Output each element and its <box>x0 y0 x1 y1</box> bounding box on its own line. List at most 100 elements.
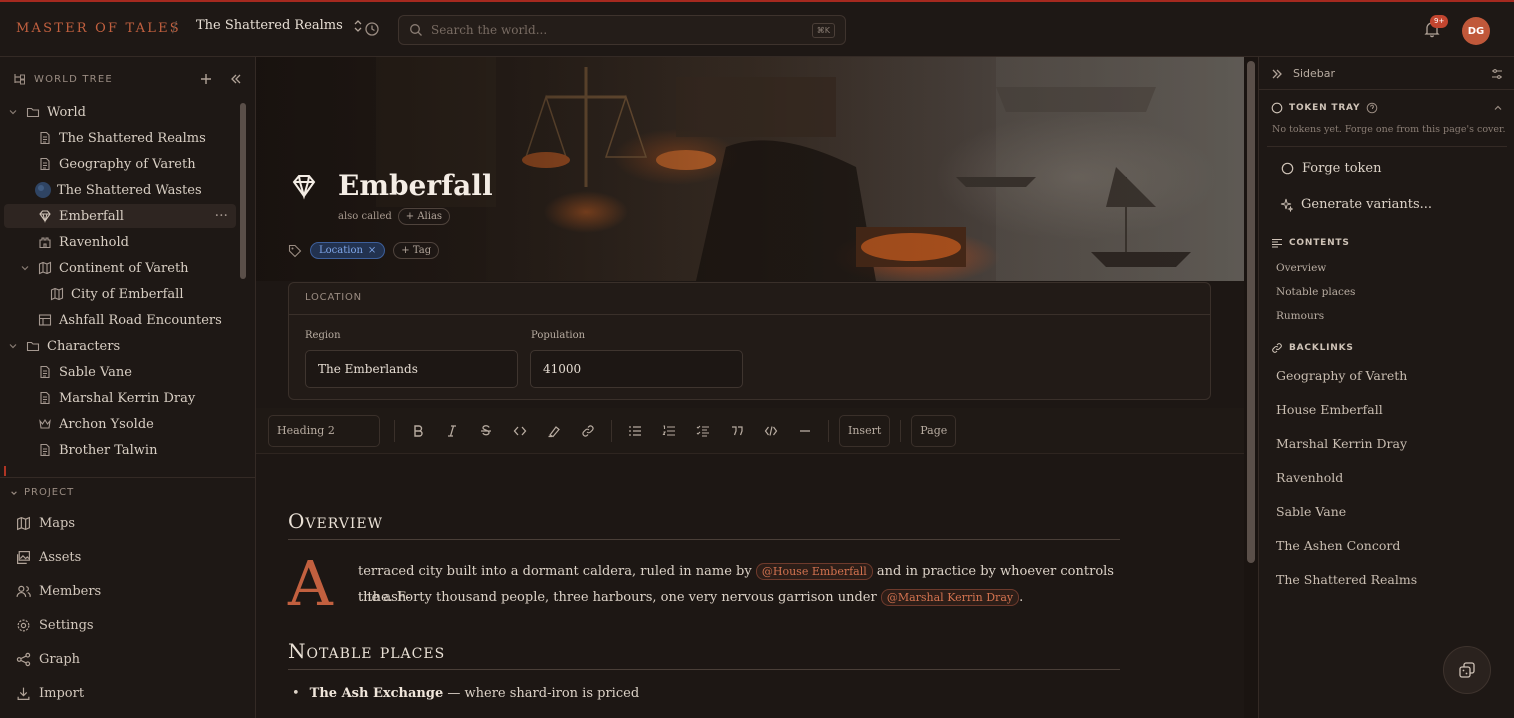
notification-badge: 9+ <box>1430 15 1449 28</box>
page-title[interactable]: Emberfall <box>338 169 493 202</box>
tree-node-emberfall[interactable]: Emberfall ··· <box>4 204 236 228</box>
insert-button[interactable]: Insert <box>839 414 891 447</box>
project-switcher[interactable]: The Shattered Realms <box>196 18 363 33</box>
project-header[interactable]: PROJECT <box>10 487 74 498</box>
page-button[interactable]: Page <box>911 414 957 447</box>
bullet: • <box>292 686 300 701</box>
help-icon[interactable] <box>1366 102 1378 114</box>
tree-node-archon-ysolde[interactable]: Archon Ysolde <box>38 412 236 436</box>
cover-image[interactable]: Emberfall also called + Alias Location ×… <box>256 57 1244 281</box>
checklist-icon[interactable] <box>686 415 720 447</box>
more-options-icon[interactable]: ··· <box>215 208 228 224</box>
document-icon <box>38 365 52 379</box>
add-node-button[interactable] <box>198 71 214 87</box>
token-tray-title: TOKEN TRAY <box>1289 103 1361 113</box>
search-input[interactable] <box>431 23 804 37</box>
population-field[interactable]: 41000 <box>530 350 743 388</box>
collapse-sidebar-button[interactable] <box>228 71 244 87</box>
nav-members[interactable]: Members <box>16 584 101 599</box>
add-alias-button[interactable]: + Alias <box>397 208 451 225</box>
link-icon[interactable] <box>571 415 605 447</box>
backlink-item[interactable]: Sable Vane <box>1276 504 1346 519</box>
gem-icon <box>38 209 52 223</box>
dice-button[interactable] <box>1443 646 1491 694</box>
tree-node-shattered-realms[interactable]: The Shattered Realms <box>38 126 236 150</box>
generate-variants-button[interactable]: Generate variants... <box>1279 197 1432 212</box>
toc-rumours[interactable]: Rumours <box>1276 310 1324 322</box>
nav-import[interactable]: Import <box>16 686 84 701</box>
tree-node-sable-vane[interactable]: Sable Vane <box>38 360 236 384</box>
quote-icon[interactable] <box>720 415 754 447</box>
bullet-list-icon[interactable] <box>618 415 652 447</box>
tree-node-geography-of-vareth[interactable]: Geography of Vareth <box>38 152 236 176</box>
tree-node-label: The Shattered Realms <box>59 130 206 146</box>
chevron-down-icon[interactable] <box>8 107 20 117</box>
chevron-down-icon[interactable] <box>20 263 32 273</box>
paragraph-text: terraced city built into a dormant calde… <box>358 564 752 579</box>
mention-marshal-kerrin-dray[interactable]: @Marshal Kerrin Dray <box>880 589 1020 606</box>
italic-icon[interactable] <box>435 415 469 447</box>
tree-node-characters[interactable]: Characters <box>8 334 236 358</box>
project-section: PROJECT Maps Assets Members Settings Gra… <box>0 477 255 718</box>
brand-logo[interactable]: MASTER OF TALES <box>16 21 181 36</box>
tree-scrollbar[interactable] <box>240 103 246 279</box>
tree-node-world[interactable]: World <box>8 100 236 124</box>
tree-node-city-of-emberfall[interactable]: City of Emberfall <box>50 282 236 306</box>
tag-location[interactable]: Location × <box>310 242 386 259</box>
sliders-icon[interactable] <box>1491 68 1503 80</box>
region-field[interactable]: The Emberlands <box>305 350 518 388</box>
forge-token-button[interactable]: Forge token <box>1281 161 1382 176</box>
tree-node-ravenhold[interactable]: Ravenhold <box>38 230 236 254</box>
heading-select[interactable]: Heading 2 <box>268 414 380 447</box>
world-tree-header: WORLD TREE <box>12 71 244 87</box>
nav-graph[interactable]: Graph <box>16 652 80 667</box>
divider <box>1267 146 1507 147</box>
nav-maps[interactable]: Maps <box>16 516 75 531</box>
tree-node-label: Ravenhold <box>59 234 129 250</box>
backlink-item[interactable]: The Shattered Realms <box>1276 572 1417 587</box>
toc-overview[interactable]: Overview <box>1276 262 1326 274</box>
tree-node-label: Marshal Kerrin Dray <box>59 390 196 406</box>
backlink-item[interactable]: House Emberfall <box>1276 402 1383 417</box>
code-block-icon[interactable] <box>754 415 788 447</box>
toc-notable-places[interactable]: Notable places <box>1276 286 1355 298</box>
close-icon[interactable]: × <box>368 245 376 256</box>
backlink-item[interactable]: Geography of Vareth <box>1276 368 1407 383</box>
tree-node-brother-talwin[interactable]: Brother Talwin <box>38 438 236 462</box>
tree-node-marshal-kerrin-dray[interactable]: Marshal Kerrin Dray <box>38 386 236 410</box>
backlink-item[interactable]: The Ashen Concord <box>1276 538 1400 553</box>
token-tray-header[interactable]: TOKEN TRAY <box>1271 102 1503 114</box>
gem-icon[interactable] <box>290 172 318 200</box>
search-bar[interactable]: ⌘K <box>398 15 846 45</box>
document-icon <box>38 443 52 457</box>
tree-node-shattered-wastes[interactable]: The Shattered Wastes <box>34 178 236 202</box>
chevron-up-icon[interactable] <box>1493 103 1503 113</box>
add-tag-button[interactable]: + Tag <box>393 242 440 259</box>
generate-variants-label: Generate variants... <box>1301 197 1433 212</box>
user-avatar[interactable]: DG <box>1462 17 1490 45</box>
nav-assets[interactable]: Assets <box>16 550 81 565</box>
tree-node-continent-of-vareth[interactable]: Continent of Vareth <box>20 256 236 280</box>
strikethrough-icon[interactable] <box>469 415 503 447</box>
editor-scrollbar[interactable] <box>1247 61 1255 563</box>
expand-right-icon[interactable] <box>1271 68 1283 80</box>
backlinks-header: BACKLINKS <box>1271 342 1354 354</box>
history-icon[interactable] <box>364 21 380 37</box>
backlink-item[interactable]: Marshal Kerrin Dray <box>1276 436 1407 451</box>
tree-node-ashfall-road-encounters[interactable]: Ashfall Road Encounters <box>38 308 236 332</box>
world-tree-title: WORLD TREE <box>34 73 113 85</box>
mention-house-emberfall[interactable]: @House Emberfall <box>755 563 873 580</box>
toolbar-divider <box>828 419 829 442</box>
highlighter-icon[interactable] <box>537 415 571 447</box>
code-icon[interactable] <box>503 415 537 447</box>
backlink-item[interactable]: Ravenhold <box>1276 470 1343 485</box>
region-label: Region <box>305 330 341 341</box>
chevron-down-icon[interactable] <box>8 341 20 351</box>
globe-icon <box>34 181 52 199</box>
nav-settings[interactable]: Settings <box>16 618 94 633</box>
numbered-list-icon[interactable] <box>652 415 686 447</box>
bold-icon[interactable] <box>401 415 435 447</box>
horizontal-rule-icon[interactable] <box>788 415 822 447</box>
tree-node-label: World <box>47 104 86 120</box>
list-icon <box>1272 239 1282 248</box>
